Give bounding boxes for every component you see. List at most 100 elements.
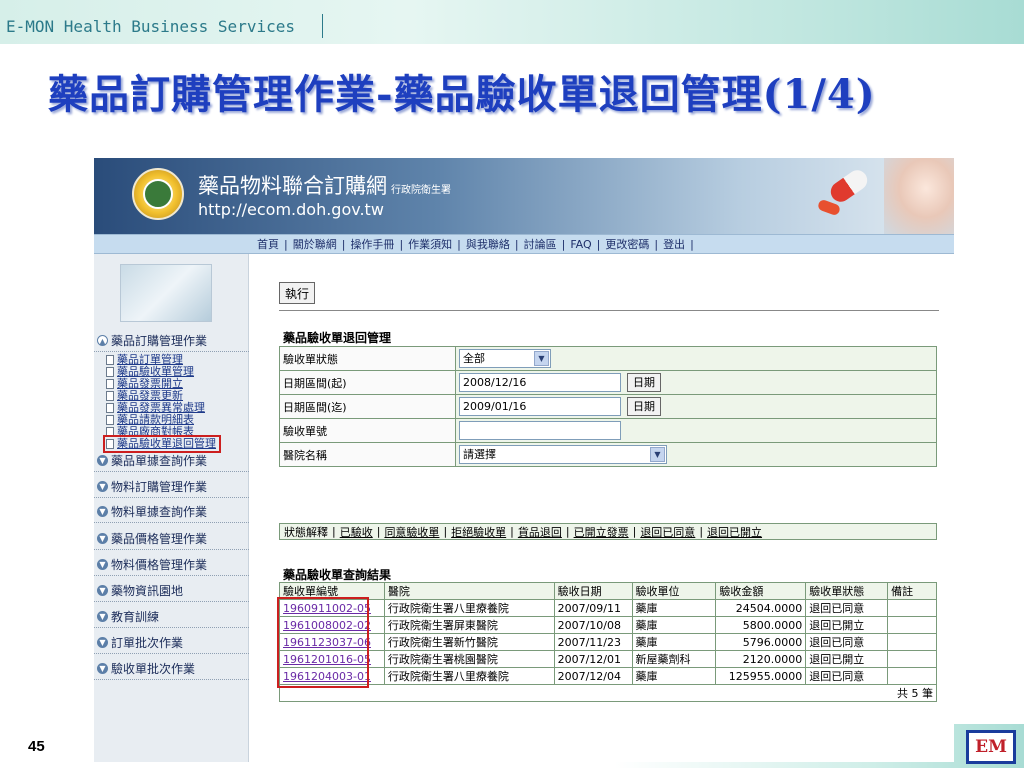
receipt-no-label: 驗收單號 xyxy=(279,418,456,443)
chevron-down-icon: ▼ xyxy=(650,447,665,462)
sidebar-category-material-order[interactable]: ▼ 物料訂購管理作業 xyxy=(94,476,249,498)
nav-change-password[interactable]: 更改密碼 xyxy=(600,236,654,252)
site-banner: 藥品物料聯合訂購網 行政院衛生署 http://ecom.doh.gov.tw xyxy=(94,158,954,234)
date-cell: 2007/11/23 xyxy=(553,633,633,651)
slide-title: 藥品訂購管理作業-藥品驗收單退回管理(1/4) xyxy=(48,71,876,118)
hospital-cell: 行政院衛生署八里療養院 xyxy=(383,599,555,617)
status-cell: 退回已同意 xyxy=(805,633,889,651)
sidebar-photo xyxy=(120,264,212,322)
nav-forum[interactable]: 討論區 xyxy=(519,236,562,252)
legend-link[interactable]: 已驗收 xyxy=(340,524,373,540)
chevron-down-icon: ▼ xyxy=(97,585,108,596)
note-cell xyxy=(887,616,937,634)
sidebar-category-drug-order[interactable]: ▲ 藥品訂購管理作業 xyxy=(94,330,249,352)
nav-manual[interactable]: 操作手冊 xyxy=(345,236,399,252)
site-title: 藥品物料聯合訂購網 行政院衛生署 xyxy=(198,174,451,198)
nav-logout[interactable]: 登出 xyxy=(658,236,690,252)
note-cell xyxy=(887,650,937,668)
status-label: 驗收單狀態 xyxy=(279,346,456,371)
unit-cell: 藥庫 xyxy=(631,599,717,617)
slide-header-bar: E-MON Health Business Services xyxy=(0,0,1024,44)
document-icon xyxy=(106,439,114,449)
date-cell: 2007/12/01 xyxy=(553,650,633,668)
sidebar-item-receipt-return-mgmt[interactable]: 藥品驗收單退回管理 xyxy=(103,435,221,453)
banner-photo xyxy=(884,158,954,234)
document-icon xyxy=(106,403,114,413)
col-header: 驗收單狀態 xyxy=(805,582,889,600)
unit-cell: 藥庫 xyxy=(631,616,717,634)
site-url: http://ecom.doh.gov.tw xyxy=(198,200,384,219)
amount-cell: 5800.0000 xyxy=(715,616,807,634)
amount-cell: 24504.0000 xyxy=(715,599,807,617)
results-table: 驗收單編號 醫院 驗收日期 驗收單位 驗收金額 驗收單狀態 備註 1960911… xyxy=(279,582,937,702)
status-cell: 退回已開立 xyxy=(805,650,889,668)
date-cell: 2007/12/04 xyxy=(553,667,633,685)
sidebar-category-drug-docs[interactable]: ▼ 藥品單據查詢作業 xyxy=(94,450,249,472)
chevron-down-icon: ▼ xyxy=(97,637,108,648)
receipt-no-input[interactable] xyxy=(459,421,621,440)
page-number: 45 xyxy=(28,738,45,755)
sidebar-category-order-batch[interactable]: ▼ 訂單批次作業 xyxy=(94,632,249,654)
legend-label: 狀態解釋 xyxy=(284,525,328,539)
document-icon xyxy=(106,367,114,377)
col-header: 醫院 xyxy=(383,582,555,600)
sidebar-category-drug-price[interactable]: ▼ 藥品價格管理作業 xyxy=(94,528,249,550)
hospital-cell: 行政院衛生署新竹醫院 xyxy=(383,633,555,651)
date-end-input[interactable]: 2009/01/16 xyxy=(459,397,621,416)
legend-link[interactable]: 拒絕驗收單 xyxy=(451,524,506,540)
form-section-title: 藥品驗收單退回管理 xyxy=(283,331,392,345)
chevron-down-icon: ▼ xyxy=(534,351,549,366)
sidebar-category-material-docs[interactable]: ▼ 物料單據查詢作業 xyxy=(94,501,249,523)
status-select[interactable]: 全部 ▼ xyxy=(459,349,551,368)
legend-link[interactable]: 退回已開立 xyxy=(707,524,762,540)
nav-about[interactable]: 關於聯網 xyxy=(288,236,342,252)
document-icon xyxy=(106,355,114,365)
pill-icon xyxy=(826,166,872,206)
date-end-picker-button[interactable]: 日期 xyxy=(627,397,661,416)
hospital-select[interactable]: 請選擇 ▼ xyxy=(459,445,667,464)
document-icon xyxy=(106,427,114,437)
col-header: 驗收金額 xyxy=(715,582,807,600)
col-header: 備註 xyxy=(887,582,937,600)
results-section-title: 藥品驗收單查詢結果 xyxy=(283,568,392,582)
date-start-picker-button[interactable]: 日期 xyxy=(627,373,661,392)
date-end-label: 日期區間(迄) xyxy=(279,394,456,419)
nav-home[interactable]: 首頁 xyxy=(252,236,284,252)
note-cell xyxy=(887,667,937,685)
result-count: 共 5 筆 xyxy=(279,684,937,702)
note-cell xyxy=(887,633,937,651)
document-icon xyxy=(106,391,114,401)
top-nav: 首頁 | 關於聯網 | 操作手冊 | 作業須知 | 與我聯絡 | 討論區 | FAQ | 更改… xyxy=(94,234,954,254)
document-icon xyxy=(106,415,114,425)
date-start-input[interactable]: 2008/12/16 xyxy=(459,373,621,392)
table-row: 1961201016-05 行政院衛生署桃園醫院 2007/12/01 新屋藥劑… xyxy=(279,650,937,668)
execute-button[interactable]: 執行 xyxy=(279,282,315,304)
nav-contact[interactable]: 與我聯絡 xyxy=(461,236,515,252)
hospital-label: 醫院名稱 xyxy=(279,442,456,467)
sidebar-category-training[interactable]: ▼ 教育訓練 xyxy=(94,606,249,628)
table-row: 1961008002-02 行政院衛生署屏東醫院 2007/10/08 藥庫 5… xyxy=(279,616,937,634)
sidebar-category-material-price[interactable]: ▼ 物料價格管理作業 xyxy=(94,554,249,576)
unit-cell: 藥庫 xyxy=(631,633,717,651)
emblem-icon xyxy=(132,168,184,220)
nav-faq[interactable]: FAQ xyxy=(565,238,596,251)
nav-notice[interactable]: 作業須知 xyxy=(403,236,457,252)
sidebar-category-drug-info[interactable]: ▼ 藥物資訊園地 xyxy=(94,580,249,602)
sidebar: ▲ 藥品訂購管理作業 藥品訂單管理 藥品驗收單管理 藥品發票開立 藥品發票更新 … xyxy=(94,254,249,762)
amount-cell: 125955.0000 xyxy=(715,667,807,685)
date-cell: 2007/10/08 xyxy=(553,616,633,634)
legend-link[interactable]: 同意驗收單 xyxy=(384,524,439,540)
legend-link[interactable]: 退回已同意 xyxy=(640,524,695,540)
status-legend: 狀態解釋 | 已驗收 | 同意驗收單 | 拒絕驗收單 | 貨品退回 | 已開立發票 | 退回… xyxy=(279,523,937,540)
sidebar-category-receipt-batch[interactable]: ▼ 驗收單批次作業 xyxy=(94,658,249,680)
table-footer-row: 共 5 筆 xyxy=(279,684,937,702)
legend-link[interactable]: 已開立發票 xyxy=(574,524,629,540)
col-header: 驗收日期 xyxy=(553,582,633,600)
id-column-highlight xyxy=(277,597,369,688)
status-cell: 退回已同意 xyxy=(805,599,889,617)
chevron-down-icon: ▼ xyxy=(97,506,108,517)
chevron-down-icon: ▼ xyxy=(97,611,108,622)
legend-link[interactable]: 貨品退回 xyxy=(518,524,562,540)
unit-cell: 藥庫 xyxy=(631,667,717,685)
col-header: 驗收單位 xyxy=(631,582,717,600)
